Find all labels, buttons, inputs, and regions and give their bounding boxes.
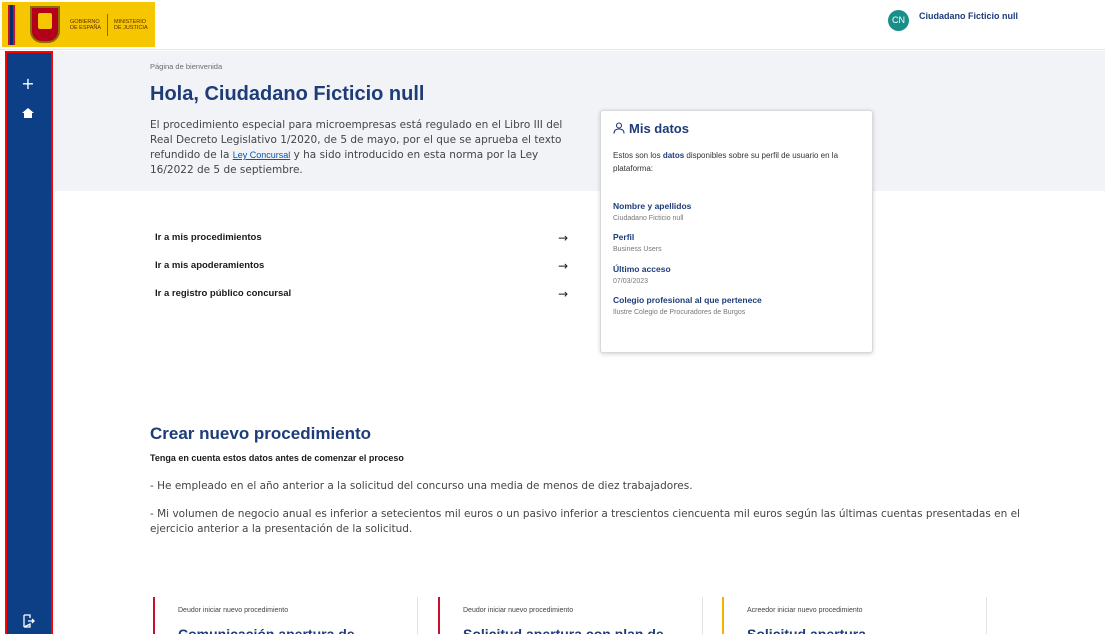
government-logo[interactable]: GOBIERNO DE ESPAÑA MINISTERIO DE JUSTICI… <box>2 2 155 47</box>
link-label: Ir a mis apoderamientos <box>155 260 265 271</box>
arrow-right-icon: → <box>557 287 568 301</box>
home-icon[interactable] <box>21 105 35 119</box>
logo-gov-text: GOBIERNO DE ESPAÑA <box>70 19 102 31</box>
link-mis-procedimientos[interactable]: Ir a mis procedimientos → <box>155 231 570 248</box>
proc-card-title: Solicitud apertura <box>747 626 867 634</box>
field-label-ultimo-acceso: Último acceso <box>613 264 671 274</box>
field-label-nombre: Nombre y apellidos <box>613 201 692 211</box>
link-mis-apoderamientos[interactable]: Ir a mis apoderamientos → <box>155 259 570 276</box>
card-accent <box>153 597 155 634</box>
logout-icon[interactable] <box>21 613 35 628</box>
mis-datos-title: Mis datos <box>613 121 689 136</box>
arrow-right-icon: → <box>557 231 568 245</box>
proc-card-title: Solicitud apertura con plan de <box>463 626 664 634</box>
arrow-right-icon: → <box>557 259 568 273</box>
sidebar: + <box>5 51 53 634</box>
flag-icon <box>8 5 15 45</box>
page-title: Hola, Ciudadano Ficticio null <box>150 83 425 105</box>
crear-section-subtitle: Tenga en cuenta estos datos antes de com… <box>150 453 404 463</box>
breadcrumb: Página de bienvenida <box>150 62 223 71</box>
card-accent <box>722 597 724 634</box>
mis-datos-title-text: Mis datos <box>629 121 689 136</box>
field-value-nombre: Ciudadano Ficticio null <box>613 215 684 222</box>
person-icon <box>613 122 625 134</box>
crear-section-title: Crear nuevo procedimiento <box>150 424 372 443</box>
link-label: Ir a mis procedimientos <box>155 232 262 243</box>
field-value-perfil: Business Users <box>613 246 662 253</box>
mis-datos-card: Mis datos Estos son los datos disponible… <box>600 110 873 353</box>
field-label-perfil: Perfil <box>613 232 635 242</box>
logo-divider <box>107 14 108 36</box>
desc-bold: datos <box>662 151 685 160</box>
proc-card-acreedor-solicitud[interactable]: Acreedor iniciar nuevo procedimiento Sol… <box>722 597 987 634</box>
user-name[interactable]: Ciudadano Ficticio null <box>919 11 1018 21</box>
link-label: Ir a registro público concursal <box>155 288 292 299</box>
user-avatar[interactable]: CN <box>888 10 909 31</box>
ley-concursal-link[interactable]: Ley Concursal <box>233 150 291 160</box>
coat-of-arms-icon <box>30 6 60 43</box>
proc-card-deudor-solicitud[interactable]: Deudor iniciar nuevo procedimiento Solic… <box>438 597 703 634</box>
proc-card-label: Deudor iniciar nuevo procedimiento <box>463 607 574 614</box>
top-header: GOBIERNO DE ESPAÑA MINISTERIO DE JUSTICI… <box>0 0 1105 50</box>
proc-card-deudor-comunicacion[interactable]: Deudor iniciar nuevo procedimiento Comun… <box>153 597 418 634</box>
proc-card-label: Acreedor iniciar nuevo procedimiento <box>747 607 863 614</box>
plus-icon[interactable]: + <box>21 76 35 92</box>
link-registro-publico-concursal[interactable]: Ir a registro público concursal → <box>155 287 570 304</box>
requirement-item: - Mi volumen de negocio anual es inferio… <box>150 508 1020 535</box>
intro-text: El procedimiento especial para microempr… <box>150 118 575 178</box>
requirement-item: - He empleado en el año anterior a la so… <box>150 480 693 492</box>
logo-ministry-text: MINISTERIO DE JUSTICIA <box>114 19 148 31</box>
proc-card-title: Comunicación apertura de <box>178 626 355 634</box>
proc-card-label: Deudor iniciar nuevo procedimiento <box>178 607 289 614</box>
desc-pre: Estos son los <box>613 151 663 160</box>
field-value-colegio: Ilustre Colegio de Procuradores de Burgo… <box>613 309 746 316</box>
mis-datos-description: Estos son los datos disponibles sobre su… <box>613 149 863 175</box>
card-accent <box>438 597 440 634</box>
field-value-ultimo-acceso: 07/03/2023 <box>613 278 649 285</box>
field-label-colegio: Colegio profesional al que pertenece <box>613 295 762 305</box>
